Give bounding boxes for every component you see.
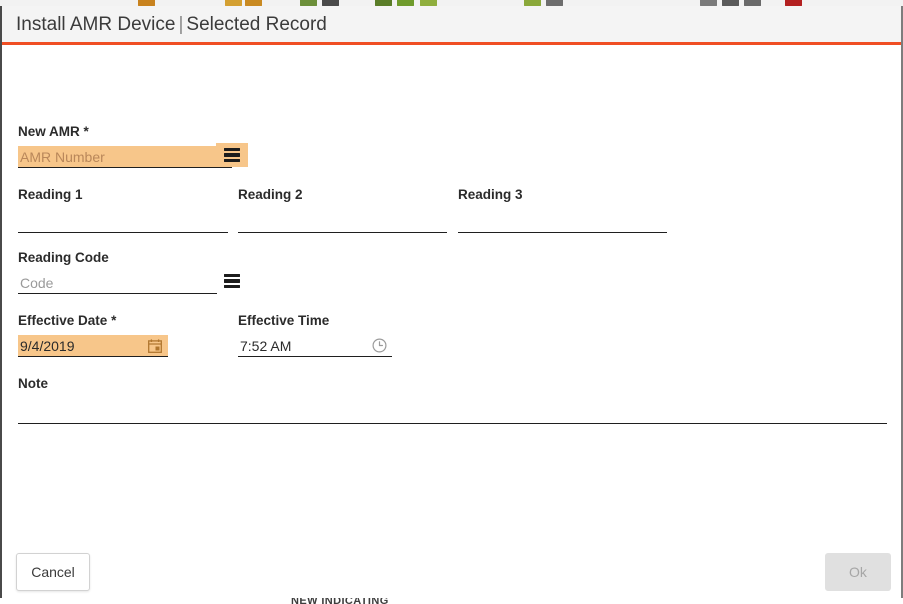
field-reading-1: Reading 1 — [18, 187, 228, 233]
dialog-title: Install AMR Device | Selected Record — [16, 14, 327, 36]
reading-1-label: Reading 1 — [18, 187, 83, 202]
dialog-body: New AMR * AMR Number Reading 1 Reading 2 — [2, 45, 901, 551]
effective-time-input[interactable]: 7:52 AM — [238, 335, 366, 357]
effective-date-required-marker: * — [111, 313, 117, 328]
new-amr-required-marker: * — [83, 124, 89, 139]
field-note: Note — [18, 376, 887, 424]
reading-2-label: Reading 2 — [238, 187, 303, 202]
hamburger-list-icon — [224, 147, 240, 163]
field-reading-code: Reading Code Code — [18, 250, 240, 294]
field-effective-date: Effective Date * 9/4/2019 — [18, 313, 168, 357]
new-amr-input[interactable]: AMR Number — [18, 146, 232, 168]
reading-code-lookup-button[interactable] — [216, 269, 248, 293]
reading-code-label: Reading Code — [18, 250, 109, 265]
field-reading-2: Reading 2 — [238, 187, 447, 233]
cancel-button-label: Cancel — [31, 564, 75, 580]
new-amr-input-wrap[interactable]: AMR Number — [18, 146, 232, 168]
effective-time-picker-button[interactable] — [366, 335, 392, 357]
field-effective-time: Effective Time 7:52 AM — [238, 313, 392, 357]
calendar-icon — [148, 338, 162, 353]
dialog-footer: Cancel Ok — [2, 551, 901, 595]
ok-button[interactable]: Ok — [825, 553, 891, 591]
new-amr-lookup-button[interactable] — [216, 143, 248, 167]
reading-code-input[interactable]: Code — [18, 272, 217, 294]
field-new-amr: New AMR * AMR Number — [18, 124, 248, 168]
new-amr-label: New AMR * — [18, 124, 232, 140]
field-reading-3: Reading 3 — [458, 187, 667, 233]
new-amr-label-text: New AMR — [18, 124, 80, 139]
note-label: Note — [18, 376, 48, 391]
cancel-button[interactable]: Cancel — [16, 553, 90, 591]
effective-time-label: Effective Time — [238, 313, 330, 328]
hamburger-list-icon — [224, 273, 240, 289]
clock-icon — [371, 338, 387, 353]
effective-date-input-wrap[interactable]: 9/4/2019 — [18, 335, 168, 357]
effective-time-input-wrap[interactable]: 7:52 AM — [238, 335, 392, 357]
effective-date-picker-button[interactable] — [142, 335, 168, 357]
effective-date-label: Effective Date * — [18, 313, 168, 329]
install-amr-device-dialog: Install AMR Device | Selected Record New A… — [0, 6, 903, 598]
reading-1-input-wrap[interactable] — [18, 209, 228, 233]
reading-3-input-wrap[interactable] — [458, 209, 667, 233]
dialog-title-separator: | — [178, 14, 184, 35]
dialog-title-primary: Install AMR Device — [16, 14, 176, 35]
reading-2-input-wrap[interactable] — [238, 209, 447, 233]
effective-date-input[interactable]: 9/4/2019 — [18, 335, 142, 357]
dialog-title-secondary: Selected Record — [186, 14, 327, 35]
effective-date-label-text: Effective Date — [18, 313, 108, 328]
note-input-wrap[interactable] — [18, 398, 887, 424]
reading-code-input-wrap[interactable]: Code — [18, 272, 217, 294]
dialog-header: Install AMR Device | Selected Record — [2, 6, 901, 45]
ok-button-label: Ok — [849, 564, 867, 580]
reading-3-label: Reading 3 — [458, 187, 523, 202]
